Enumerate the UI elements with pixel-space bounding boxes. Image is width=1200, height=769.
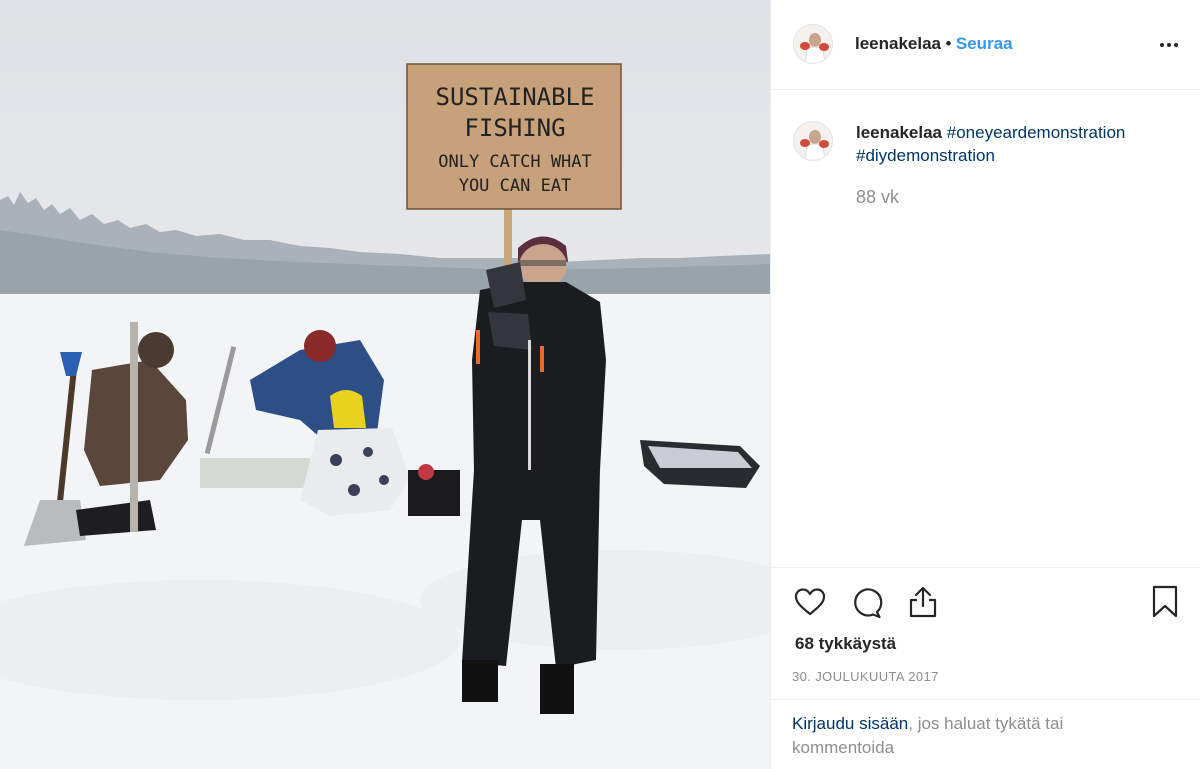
more-options-button[interactable] xyxy=(1157,33,1181,57)
comment-icon[interactable] xyxy=(851,587,883,619)
post-caption: leenakelaa #oneyeardemonstration #diydem… xyxy=(856,121,1176,167)
post-header: leenakelaa • Seuraa xyxy=(771,0,1200,90)
heart-icon[interactable] xyxy=(794,587,826,617)
avatar-image xyxy=(794,122,832,160)
bookmark-icon[interactable] xyxy=(1152,585,1178,619)
hashtag-link[interactable]: #diydemonstration xyxy=(856,146,995,165)
share-icon[interactable] xyxy=(907,585,939,619)
login-link[interactable]: Kirjaudu sisään xyxy=(792,714,908,733)
login-prompt-text: Kirjaudu sisään, jos haluat tykätä tai k… xyxy=(792,712,1112,760)
avatar[interactable] xyxy=(793,24,833,64)
post-actions: 68 tykkäystä 30. JOULUKUUTA 2017 xyxy=(771,567,1200,699)
post-side-panel: leenakelaa • Seuraa leenakelaa #oneyeard… xyxy=(770,0,1200,769)
header-username[interactable]: leenakelaa xyxy=(855,34,941,53)
hashtag-link[interactable]: #oneyeardemonstration xyxy=(947,123,1126,142)
sign-line-3: ONLY CATCH WHAT xyxy=(438,152,592,172)
post-date: 30. JOULUKUUTA 2017 xyxy=(792,669,939,684)
post-photo[interactable]: SUSTAINABLE FISHING ONLY CATCH WHAT YOU … xyxy=(0,0,770,769)
header-separator: • xyxy=(945,34,952,53)
more-icon xyxy=(1160,43,1164,47)
caption-avatar[interactable] xyxy=(793,121,833,161)
avatar-image xyxy=(794,25,832,63)
sign-line-4: YOU CAN EAT xyxy=(459,176,572,196)
caption-username[interactable]: leenakelaa xyxy=(856,123,942,142)
likes-count[interactable]: 68 tykkäystä xyxy=(795,634,896,654)
photo-scene: SUSTAINABLE FISHING ONLY CATCH WHAT YOU … xyxy=(0,63,770,769)
sign-line-2: FISHING xyxy=(464,114,565,142)
login-prompt: Kirjaudu sisään, jos haluat tykätä tai k… xyxy=(771,699,1200,769)
caption-time-ago: 88 vk xyxy=(856,187,900,207)
follow-button[interactable]: Seuraa xyxy=(956,34,1013,53)
sign-line-1: SUSTAINABLE xyxy=(436,83,595,111)
protest-sign: SUSTAINABLE FISHING ONLY CATCH WHAT YOU … xyxy=(406,63,622,276)
